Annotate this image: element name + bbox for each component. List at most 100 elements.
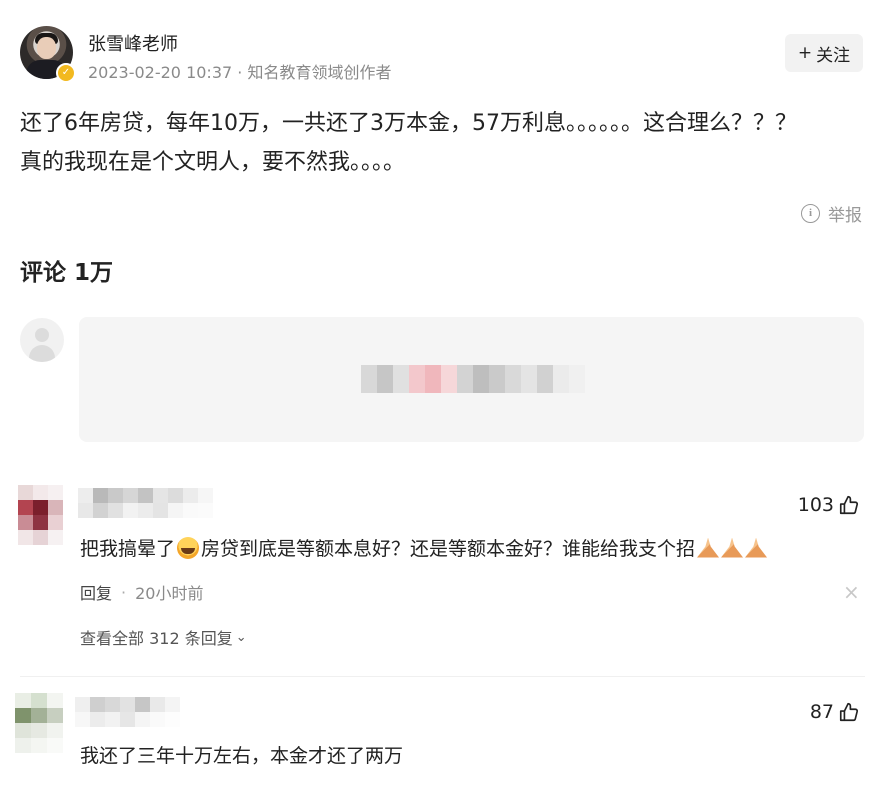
mosaic-pixel — [15, 723, 31, 738]
mosaic-pixel — [15, 708, 31, 723]
mosaic-pixel — [150, 712, 165, 727]
praying-hands-emoji-icon — [721, 537, 744, 558]
like-count: 87 — [809, 701, 834, 723]
praying-hands-emoji-icon — [745, 537, 768, 558]
comment-avatar[interactable] — [18, 485, 63, 545]
mosaic-pixel — [183, 503, 198, 518]
comment-avatar[interactable] — [15, 693, 63, 753]
mosaic-pixel — [123, 488, 138, 503]
mosaic-pixel — [31, 693, 47, 708]
comment-text: 我还了三年十万左右，本金才还了两万 — [80, 745, 404, 767]
mosaic-pixel — [18, 530, 33, 545]
follow-button[interactable]: + 关注 — [785, 34, 863, 72]
mosaic-pixel — [18, 515, 33, 530]
separator: · — [121, 582, 127, 602]
mosaic-pixel — [441, 365, 457, 393]
mosaic-pixel — [48, 530, 63, 545]
mosaic-pixel — [183, 488, 198, 503]
author-name[interactable]: 张雪峰老师 — [88, 30, 178, 56]
mosaic-pixel — [48, 500, 63, 515]
mosaic-pixel — [553, 365, 569, 393]
mosaic-pixel — [31, 708, 47, 723]
mosaic-pixel — [569, 365, 585, 393]
mosaic-pixel — [18, 500, 33, 515]
mosaic-pixel — [393, 365, 409, 393]
mosaic-pixel — [138, 488, 153, 503]
like-button[interactable]: 103 — [798, 494, 860, 516]
reply-button[interactable]: 回复 — [80, 580, 112, 604]
mosaic-pixel — [47, 708, 63, 723]
mosaic-pixel — [409, 365, 425, 393]
mosaic-pixel — [15, 693, 31, 708]
mosaic-pixel — [123, 503, 138, 518]
report-label: 举报 — [828, 206, 862, 226]
post-meta: 2023-02-20 10:37 · 知名教育领域创作者 — [88, 63, 392, 82]
mosaic-pixel — [198, 488, 213, 503]
plus-icon: + — [797, 43, 813, 63]
mosaic-pixel — [33, 500, 48, 515]
mosaic-pixel — [521, 365, 537, 393]
mosaic-pixel — [153, 503, 168, 518]
mosaic-pixel — [135, 712, 150, 727]
mosaic-pixel — [90, 712, 105, 727]
mosaic-pixel — [138, 503, 153, 518]
mosaic-pixel — [150, 697, 165, 712]
comment-input-placeholder — [361, 365, 585, 393]
mosaic-pixel — [33, 485, 48, 500]
divider — [20, 676, 865, 677]
view-all-replies-button[interactable]: 查看全部 312 条回复 ⌄ — [80, 625, 247, 649]
comment-input[interactable] — [79, 317, 864, 442]
mosaic-pixel — [105, 712, 120, 727]
mosaic-pixel — [165, 697, 180, 712]
thumbs-up-icon — [839, 495, 859, 515]
mosaic-pixel — [15, 738, 31, 753]
mosaic-pixel — [78, 488, 93, 503]
current-user-avatar — [20, 318, 64, 362]
mosaic-pixel — [78, 503, 93, 518]
mosaic-pixel — [48, 515, 63, 530]
mosaic-pixel — [165, 712, 180, 727]
mosaic-pixel — [135, 697, 150, 712]
mosaic-pixel — [47, 693, 63, 708]
comment-username[interactable] — [78, 488, 213, 518]
post-text: 还了6年房贷，每年10万，一共还了3万本金，57万利息。。。。。。这合理么？？？… — [20, 111, 797, 175]
mosaic-pixel — [120, 712, 135, 727]
mosaic-pixel — [105, 697, 120, 712]
thumbs-up-icon — [839, 702, 859, 722]
comment-actions: 回复 · 20小时前 — [80, 580, 203, 604]
like-button[interactable]: 87 — [810, 701, 860, 723]
mosaic-pixel — [90, 697, 105, 712]
mosaic-pixel — [93, 488, 108, 503]
mosaic-pixel — [75, 712, 90, 727]
avatar-body — [29, 345, 55, 362]
laughing-crying-emoji-icon — [177, 536, 200, 559]
follow-button-label: 关注 — [816, 45, 851, 66]
mosaic-pixel — [31, 738, 47, 753]
like-count: 103 — [797, 494, 834, 516]
mosaic-pixel — [425, 365, 441, 393]
mosaic-pixel — [168, 488, 183, 503]
view-replies-label: 查看全部 312 条回复 — [80, 629, 233, 648]
mosaic-pixel — [48, 485, 63, 500]
comment-username[interactable] — [75, 697, 180, 727]
mosaic-pixel — [93, 503, 108, 518]
mosaic-pixel — [33, 530, 48, 545]
mosaic-pixel — [377, 365, 393, 393]
mosaic-pixel — [489, 365, 505, 393]
mosaic-pixel — [505, 365, 521, 393]
mosaic-pixel — [47, 738, 63, 753]
mosaic-pixel — [457, 365, 473, 393]
chevron-down-icon: ⌄ — [235, 629, 247, 645]
mosaic-pixel — [473, 365, 489, 393]
close-icon[interactable]: × — [843, 580, 860, 604]
comment-text-part: 房贷到底是等额本息好？还是等额本金好？谁能给我支个招 — [201, 538, 696, 560]
comments-title: 评论 1万 — [20, 260, 114, 286]
report-button[interactable]: i 举报 — [801, 201, 862, 226]
info-icon: i — [801, 204, 820, 223]
comment-time: 20小时前 — [135, 584, 204, 603]
mosaic-pixel — [75, 697, 90, 712]
comment-text: 把我搞晕了 房贷到底是等额本息好？还是等额本金好？谁能给我支个招 — [80, 534, 768, 561]
mosaic-pixel — [120, 697, 135, 712]
comment-text-part: 把我搞晕了 — [80, 538, 176, 560]
mosaic-pixel — [361, 365, 377, 393]
